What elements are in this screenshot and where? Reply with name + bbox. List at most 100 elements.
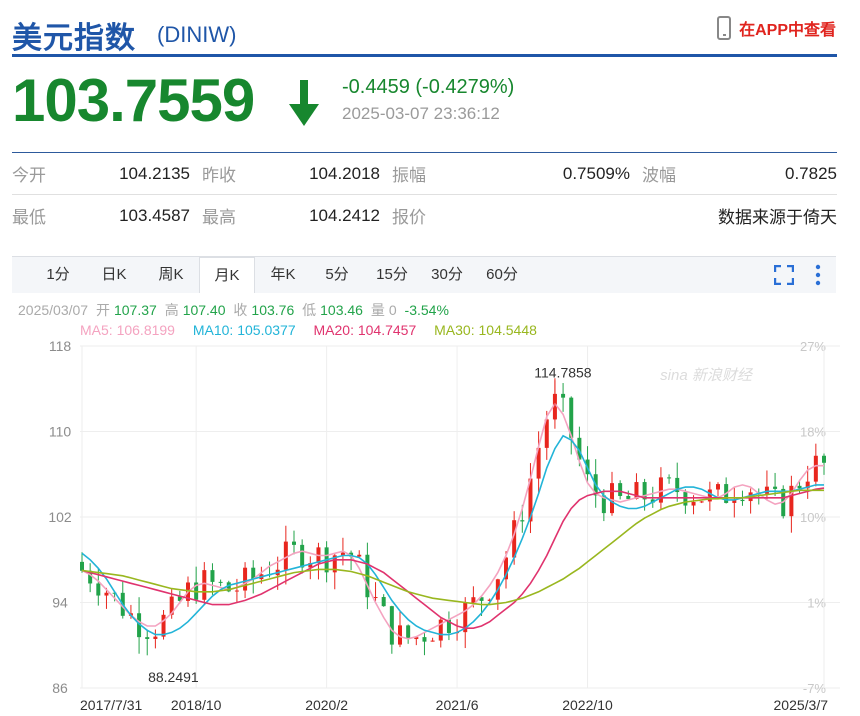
max-annotation: 114.7858 [534,364,592,380]
x-tick-label: 2020/2 [305,697,348,713]
stat-prev-close: 昨收 104.2018 [202,161,392,186]
x-tick-label: 2018/10 [171,697,222,713]
candle-body [300,544,305,568]
stat-label: 昨收 [202,166,236,185]
ohlc-low-label: 低 [302,302,317,318]
stat-amplitude: 振幅 0.7509% [392,161,642,186]
x-tick-label: 2021/6 [436,697,479,713]
candle-body [683,492,688,506]
pct-tick-label: 18% [800,425,826,440]
ohlc-close-label: 收 [233,302,248,318]
stat-range: 波幅 0.7825 [642,161,837,186]
tab-1min[interactable]: 1分 [34,257,82,293]
candle-body [422,637,427,642]
x-tick-label: 2017/7/31 [80,697,142,713]
ohlc-close: 103.76 [251,302,295,318]
ohlc-low: 103.46 [320,302,363,318]
ohlc-high-label: 高 [164,302,179,318]
stat-quote-source: 报价 数据来源于倚天 [392,203,837,228]
ohlc-date: 2025/03/07 [18,302,89,318]
quote-timestamp: 2025-03-07 23:36:12 [342,104,500,123]
stat-value: 104.2135 [119,163,190,183]
tab-60min[interactable]: 60分 [477,257,527,293]
y-tick-label: 86 [52,680,68,696]
pct-tick-label: 10% [800,510,826,525]
candle-body [773,486,778,489]
y-tick-label: 94 [52,595,68,611]
kline-chart[interactable]: sina 新浪财经118 27%110 18%102 10%94 1%86 -7%2017… [0,336,860,716]
fullscreen-icon[interactable] [774,265,794,285]
quote-stats-table: 今开 104.2135 昨收 104.2018 振幅 0.7509% 波幅 0.… [12,152,837,236]
header-divider [12,54,837,57]
stat-low: 最低 103.4587 [12,203,202,228]
stat-value: 103.4587 [119,205,190,225]
ohlc-pct: -3.54% [404,302,449,318]
candle-body [234,590,239,592]
ohlc-open: 107.37 [113,302,157,318]
min-annotation: 88.2491 [148,669,199,685]
page-header: 美元指数 (DINIW) 在APP中查看 [12,8,836,55]
candle-body [210,570,215,582]
watermark-text: sina 新浪财经 [660,367,754,384]
stat-high: 最高 104.2412 [202,203,392,228]
phone-icon [717,16,732,40]
stat-label: 振幅 [392,166,426,185]
chart-period-tabs: 1分 日K 周K 月K 年K 5分 15分 30分 60分 [12,256,836,293]
x-tick-label: 2022/10 [562,697,613,713]
candle-body [389,606,394,645]
y-tick-label: 118 [49,338,72,354]
candle-body [430,640,435,642]
candle-body [520,520,525,522]
ma10-line [81,434,824,636]
ohlc-vol-label: 量 [370,302,385,318]
stat-value: 104.2018 [309,163,380,183]
stats-row: 最低 103.4587 最高 104.2412 报价 数据来源于倚天 [12,194,837,236]
page-title: 美元指数 [12,22,136,55]
pct-tick-label: 27% [800,339,826,354]
stat-label: 最高 [202,208,236,227]
candle-body [283,541,288,570]
candle-body [716,484,720,490]
candle-body [406,625,411,640]
candle-body [797,485,802,489]
open-in-app-link[interactable]: 在APP中查看 [717,16,836,40]
candle-body [202,570,207,600]
x-tick-label: 2025/3/7 [774,697,829,713]
stat-open: 今开 104.2135 [12,161,202,186]
open-in-app-label: 在APP中查看 [739,22,836,39]
ma5-line [81,402,824,640]
candle-body [96,583,101,596]
symbol-code: (DINIW) [157,22,237,47]
candle-body [813,455,818,482]
stat-label: 最低 [12,208,46,227]
candle-body [822,455,826,463]
stat-value: 0.7509% [562,163,630,183]
tab-daily-k[interactable]: 日K [90,257,138,293]
stat-value: 104.2412 [309,205,380,225]
ma20-line [81,487,825,630]
stats-row: 今开 104.2135 昨收 104.2018 振幅 0.7509% 波幅 0.… [12,153,837,194]
ohlc-open-label: 开 [95,302,110,318]
tab-yearly-k[interactable]: 年K [257,257,309,293]
more-options-icon[interactable] [814,264,822,286]
candle-body [610,483,614,514]
candle-body [218,581,223,583]
tab-5min[interactable]: 5分 [315,257,359,293]
stat-label: 今开 [12,166,46,185]
tab-weekly-k[interactable]: 周K [145,257,197,293]
tab-monthly-k[interactable]: 月K [199,257,255,293]
price-change: -0.4459 (-0.4279%) [342,76,515,98]
stat-value: 数据来源于倚天 [718,208,837,227]
stat-label: 波幅 [642,166,676,185]
candle-body [381,597,386,607]
stat-label: 报价 [392,208,426,227]
candle-body [80,561,84,571]
y-tick-label: 102 [48,509,72,525]
candle-body [699,501,704,503]
pct-tick-label: -7% [803,681,827,696]
tab-15min[interactable]: 15分 [367,257,417,293]
candle-body [145,637,150,639]
ohlc-info-line: 2025/03/07 开 107.37 高 107.40 收 103.76 低 103.… [18,300,453,320]
candle-body [561,393,566,398]
tab-30min[interactable]: 30分 [422,257,472,293]
